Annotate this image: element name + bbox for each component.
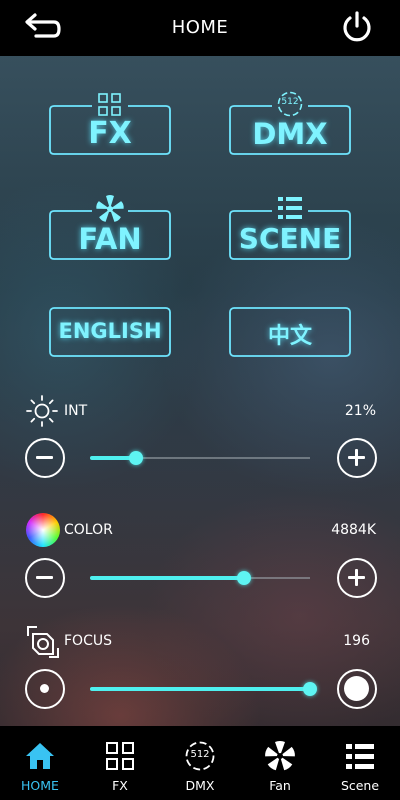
english-label: ENGLISH [58, 319, 162, 343]
focus-slider[interactable] [90, 682, 317, 696]
scene-button[interactable]: SCENE [228, 197, 352, 261]
scene-label: SCENE [238, 222, 342, 255]
main-content: FX 512 DMX FAN SCENE ENGLISH 中文 INT 21% … [0, 56, 400, 726]
color-label: COLOR [64, 522, 113, 538]
nav-home[interactable]: HOME [0, 726, 80, 800]
focus-slider-knob[interactable] [303, 682, 317, 696]
focus-slider-fill [90, 687, 310, 691]
nav-fx-label: FX [112, 778, 128, 793]
fx-label: FX [88, 116, 132, 151]
nav-dmx-label: DMX [185, 778, 215, 793]
fan-icon [96, 195, 124, 222]
int-slider[interactable] [90, 451, 310, 465]
nav-dmx-badge: 512 [190, 749, 210, 760]
int-value: 21% [344, 403, 376, 419]
grid-icon [106, 742, 134, 770]
int-slider-knob[interactable] [129, 451, 143, 465]
color-decrease-button[interactable] [25, 558, 65, 598]
nav-dmx[interactable]: 512 DMX [160, 726, 240, 800]
int-decrease-button[interactable] [25, 438, 65, 478]
color-slider-fill [90, 576, 244, 580]
nav-fx[interactable]: FX [80, 726, 160, 800]
color-value: 4884K [331, 522, 376, 538]
focus-near-button[interactable] [25, 669, 65, 709]
list-icon [346, 744, 374, 769]
list-icon [278, 197, 302, 219]
focus-far-button[interactable] [337, 669, 377, 709]
color-slider-knob[interactable] [237, 571, 251, 585]
color-increase-button[interactable] [337, 558, 377, 598]
dmx-button[interactable]: 512 DMX [228, 91, 352, 156]
fx-button[interactable]: FX [48, 93, 172, 156]
int-label: INT [64, 403, 88, 419]
english-button[interactable]: ENGLISH [48, 306, 172, 358]
fan-icon [265, 741, 295, 771]
color-wheel-icon [26, 513, 60, 547]
power-icon[interactable] [340, 10, 374, 44]
fan-button[interactable]: FAN [48, 195, 172, 261]
brightness-icon [26, 395, 58, 427]
focus-label: FOCUS [64, 633, 112, 649]
chinese-label: 中文 [267, 324, 312, 349]
nav-home-label: HOME [21, 778, 59, 793]
focus-icon [27, 626, 59, 658]
dmx-badge-text: 512 [281, 97, 299, 107]
int-increase-button[interactable] [337, 438, 377, 478]
dmx-512-icon: 512 [276, 90, 304, 118]
fan-label: FAN [78, 222, 142, 256]
chinese-button[interactable]: 中文 [228, 306, 352, 358]
bottom-nav: HOME FX 512 DMX Fan Scene [0, 726, 400, 800]
home-icon [26, 743, 54, 769]
dmx-label: DMX [252, 117, 328, 151]
nav-fan[interactable]: Fan [240, 726, 320, 800]
nav-scene[interactable]: Scene [320, 726, 400, 800]
grid-icon [98, 93, 121, 116]
color-slider[interactable] [90, 571, 310, 585]
nav-scene-label: Scene [340, 778, 380, 793]
focus-value: 196 [343, 633, 370, 649]
dmx-512-icon: 512 [184, 740, 216, 772]
top-bar: HOME [0, 0, 400, 56]
nav-fan-label: Fan [269, 778, 291, 793]
